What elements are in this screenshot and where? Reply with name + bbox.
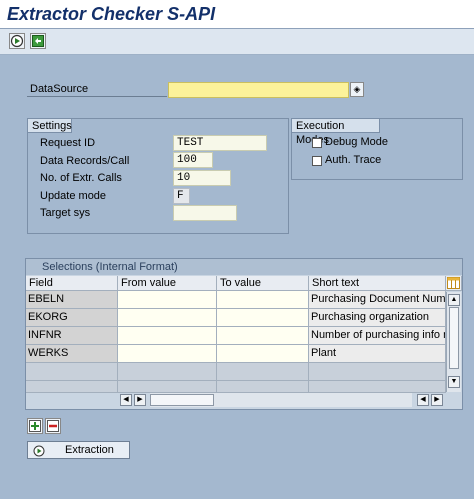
table-row-field: EBELN: [26, 291, 118, 309]
arrow-up-icon: ▲: [450, 296, 458, 303]
column-header-field[interactable]: Field: [26, 276, 118, 291]
title-bar: Extractor Checker S-API: [0, 0, 474, 29]
arrow-left-icon: ◀: [420, 396, 426, 403]
table-settings-icon: [447, 277, 460, 289]
horizontal-scrollbar[interactable]: [150, 393, 412, 407]
scroll-right-end-button[interactable]: ▶: [431, 394, 443, 406]
empty-cell: [26, 381, 118, 393]
extraction-label: Extraction: [65, 444, 114, 456]
debug-mode-label: Debug Mode: [325, 136, 388, 148]
execute-icon: [33, 445, 45, 460]
to-value-input[interactable]: [217, 291, 309, 309]
target-sys-input[interactable]: [173, 205, 237, 221]
from-value-input[interactable]: [118, 291, 217, 309]
short-text-cell: Plant: [309, 345, 446, 363]
debug-mode-checkbox[interactable]: [312, 138, 322, 148]
from-value-input[interactable]: [118, 327, 217, 345]
execution-modes-title: Execution Modes: [292, 119, 380, 146]
arrow-right-icon: ▶: [137, 396, 143, 403]
empty-cell: [217, 381, 309, 393]
to-value-input[interactable]: [217, 309, 309, 327]
empty-cell: [118, 381, 217, 393]
table-row-field: EKORG: [26, 309, 118, 327]
datasource-label: DataSource: [30, 83, 89, 95]
table-row-field: WERKS: [26, 345, 118, 363]
delete-row-icon: [47, 420, 59, 432]
scroll-down-button[interactable]: ▼: [448, 376, 460, 388]
data-records-label: Data Records/Call: [40, 155, 130, 167]
vertical-scroll-thumb[interactable]: [449, 307, 459, 369]
empty-cell: [217, 363, 309, 381]
auth-trace-label: Auth. Trace: [325, 154, 382, 166]
horizontal-scroll-thumb[interactable]: [150, 394, 214, 406]
extraction-button[interactable]: Extraction: [27, 441, 130, 459]
empty-cell: [26, 363, 118, 381]
arrow-down-icon: ▼: [450, 378, 458, 385]
settings-title: Settings: [28, 119, 72, 133]
arrow-left-icon: ◀: [123, 396, 129, 403]
extr-calls-input[interactable]: 10: [173, 170, 231, 186]
vertical-scrollbar[interactable]: ▲ ▼: [446, 292, 461, 392]
window-title: Extractor Checker S-API: [7, 4, 216, 24]
save-variant-button[interactable]: [30, 33, 46, 49]
datasource-underline: [27, 96, 167, 97]
scroll-up-button[interactable]: ▲: [448, 294, 460, 306]
application-toolbar: [0, 29, 474, 55]
short-text-cell: Purchasing organization: [309, 309, 446, 327]
empty-cell: [118, 363, 217, 381]
search-help-icon: ◈: [353, 84, 361, 94]
datasource-input[interactable]: [168, 82, 349, 98]
to-value-input[interactable]: [217, 327, 309, 345]
request-id-label: Request ID: [40, 137, 96, 149]
column-header-short-text[interactable]: Short text: [309, 276, 446, 291]
arrow-right-icon: ▶: [434, 396, 440, 403]
datasource-search-button[interactable]: ◈: [350, 82, 364, 97]
execute-icon: [10, 34, 24, 48]
to-value-input[interactable]: [217, 345, 309, 363]
execute-button[interactable]: [9, 33, 25, 49]
update-mode-value: F: [173, 188, 190, 204]
column-settings-button[interactable]: [446, 276, 462, 291]
empty-cell: [309, 363, 446, 381]
table-row-field: INFNR: [26, 327, 118, 345]
update-mode-label: Update mode: [40, 190, 107, 202]
delete-row-button[interactable]: [45, 418, 61, 434]
request-id-input[interactable]: TEST: [173, 135, 267, 151]
data-records-input[interactable]: 100: [173, 152, 213, 168]
column-header-from-value[interactable]: From value: [118, 276, 217, 291]
column-header-to-value[interactable]: To value: [217, 276, 309, 291]
insert-row-icon: [29, 420, 41, 432]
scroll-left-end-button[interactable]: ◀: [417, 394, 429, 406]
execution-modes-group: Execution Modes: [291, 118, 463, 180]
scroll-left-button[interactable]: ◀: [120, 394, 132, 406]
target-sys-label: Target sys: [40, 207, 91, 219]
from-value-input[interactable]: [118, 345, 217, 363]
short-text-cell: Purchasing Document Numb: [309, 291, 446, 309]
short-text-cell: Number of purchasing info re: [309, 327, 446, 345]
auth-trace-checkbox[interactable]: [312, 156, 322, 166]
from-value-input[interactable]: [118, 309, 217, 327]
extr-calls-label: No. of Extr. Calls: [40, 172, 122, 184]
insert-row-button[interactable]: [27, 418, 43, 434]
selections-title: Selections (Internal Format): [26, 259, 462, 275]
empty-cell: [309, 381, 446, 393]
save-variant-icon: [32, 35, 44, 47]
scroll-right-button[interactable]: ▶: [134, 394, 146, 406]
